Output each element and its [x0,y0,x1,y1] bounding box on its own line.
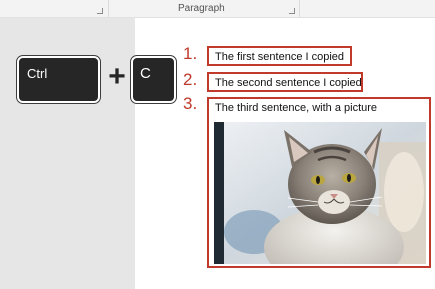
item-number-1: 1. [183,44,198,63]
dialog-launcher-icon[interactable] [97,8,103,14]
ribbon-divider [108,0,109,17]
item-number-3: 3. [183,94,198,113]
cat-picture[interactable] [214,122,426,264]
item-number-2: 2. [183,70,198,89]
plus-sign: + [108,60,126,93]
ribbon-strip: Paragraph [0,0,435,18]
copied-item-3-text: The third sentence, with a picture [215,102,378,114]
copied-item-1-text: The first sentence I copied [215,51,345,63]
paragraph-dialog-launcher-icon[interactable] [289,8,295,14]
ctrl-key: Ctrl [17,56,100,103]
copied-item-1[interactable]: The first sentence I copied [207,46,352,66]
cat-photo-icon [214,122,426,264]
c-key: C [131,56,176,103]
ribbon-divider [299,0,300,17]
ctrl-key-label: Ctrl [27,66,48,81]
copied-item-2[interactable]: The second sentence I copied [207,72,363,92]
copied-item-2-text: The second sentence I copied [215,77,362,89]
paragraph-group-label: Paragraph [178,3,225,14]
c-key-label: C [140,65,151,82]
